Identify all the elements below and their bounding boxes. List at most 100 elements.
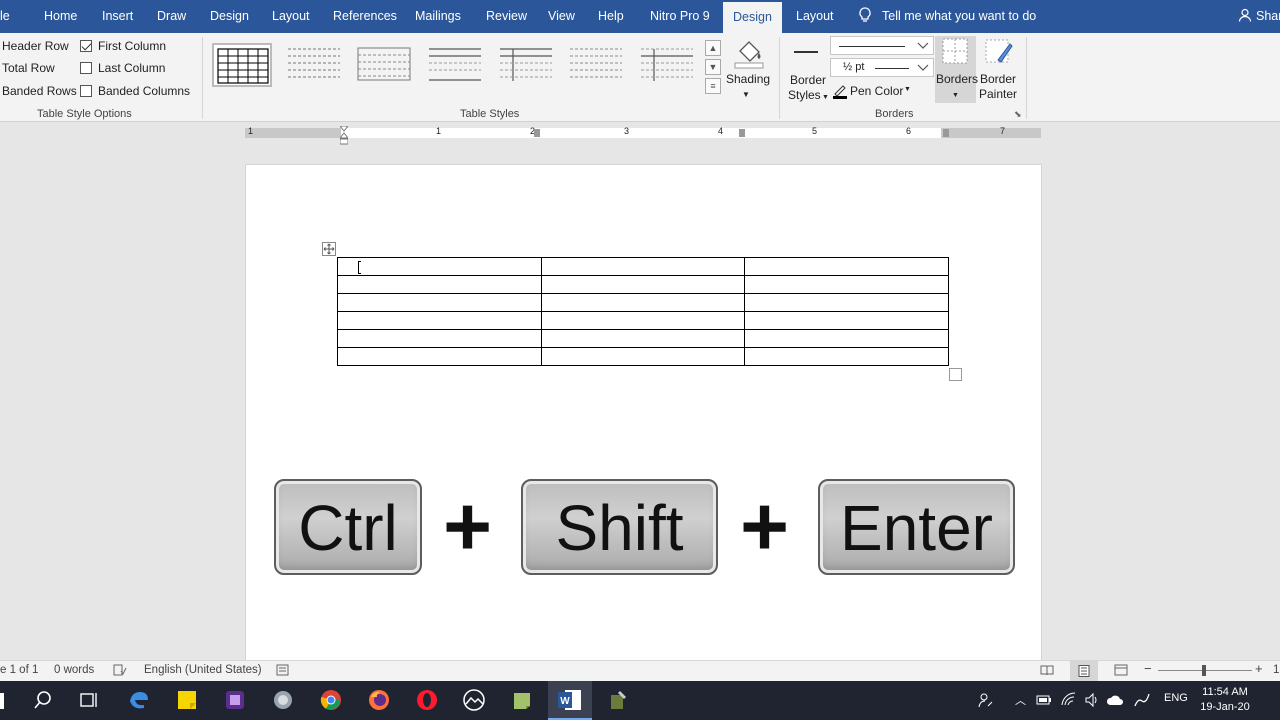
notes-app-icon[interactable] [511,689,533,711]
word-count[interactable]: 0 words [54,664,94,676]
table-cell[interactable] [337,257,542,276]
zoom-level[interactable]: 1 [1273,664,1279,676]
shading-button[interactable]: Shading ▼ [724,37,772,103]
table-cell[interactable] [540,293,746,312]
cloud-icon[interactable] [1106,693,1124,707]
macro-icon[interactable] [276,664,289,679]
table-cell[interactable] [540,347,746,366]
battery-icon[interactable] [1036,693,1052,707]
table-cell[interactable] [337,275,542,294]
tab-review[interactable]: Review [486,0,527,33]
photos-icon[interactable] [463,689,485,711]
total-row-checkbox[interactable]: Total Row [2,60,55,76]
first-column-checkbox[interactable]: First Column [80,38,166,54]
table-cell[interactable] [744,275,949,294]
table-cell[interactable] [540,329,746,348]
opera-icon[interactable] [416,689,438,711]
chevron-up-icon[interactable]: ︿ [1015,692,1026,708]
table-cell[interactable] [337,311,542,330]
banded-columns-checkbox[interactable]: Banded Columns [80,83,190,99]
table-style-thumb[interactable] [287,47,347,91]
line-style-dropdown[interactable] [830,36,934,55]
zoom-slider-thumb[interactable] [1202,665,1206,676]
tab-insert[interactable]: Insert [102,0,133,33]
table-cell[interactable] [337,347,542,366]
share-button[interactable]: Shar [1238,0,1280,33]
border-styles-button[interactable]: Border Styles ▼ [786,37,830,105]
tab-nitro[interactable]: Nitro Pro 9 [650,0,710,33]
tab-design[interactable]: Design [210,0,249,33]
wifi-icon[interactable] [1061,692,1077,708]
table-resize-handle-icon[interactable] [949,368,962,381]
tab-draw[interactable]: Draw [157,0,186,33]
table-style-thumb[interactable] [428,47,488,91]
tab-layout[interactable]: Layout [272,0,310,33]
zoom-slider[interactable] [1158,665,1252,676]
table-style-thumb[interactable] [569,47,629,91]
column-marker-icon[interactable] [943,129,949,137]
read-mode-icon[interactable] [1040,664,1054,679]
app-purple-icon[interactable] [224,689,246,711]
border-painter-button[interactable]: Border Painter [978,36,1020,103]
table-move-handle-icon[interactable] [322,242,336,256]
last-column-checkbox[interactable]: Last Column [80,60,165,76]
tab-table-design[interactable]: Design [723,2,782,33]
gallery-scroll-down[interactable]: ▼ [705,59,721,75]
sticky-notes-icon[interactable] [176,689,198,711]
table-cell[interactable] [744,257,949,276]
checkbox-icon[interactable] [80,62,92,74]
system-clock[interactable]: 11:54 AM 19-Jan-20 [1196,685,1254,715]
language-status[interactable]: English (United States) [144,664,262,676]
table-cell[interactable] [744,311,949,330]
tab-table-layout[interactable]: Layout [796,0,834,33]
zoom-in-button[interactable]: + [1255,661,1263,676]
borders-button[interactable]: Borders ▼ [935,36,978,103]
firefox-icon[interactable] [368,689,390,711]
table-cell[interactable] [744,347,949,366]
pen-color-button[interactable]: Pen Color ▼ [832,83,916,101]
person-ink-icon[interactable] [978,692,994,708]
word-taskbar-button[interactable]: W [548,681,592,720]
column-marker-icon[interactable] [534,129,540,137]
app-globe-icon[interactable] [272,689,294,711]
table-cell[interactable] [744,329,949,348]
tell-me-search[interactable]: Tell me what you want to do [858,0,1036,33]
table-cell[interactable] [337,329,542,348]
start-icon[interactable] [0,693,4,709]
column-marker-icon[interactable] [739,129,745,137]
tab-references[interactable]: References [333,0,397,33]
indent-marker-icon[interactable] [338,125,350,146]
document-page[interactable] [245,164,1042,664]
banded-rows-checkbox[interactable]: Banded Rows [2,83,77,99]
horizontal-ruler[interactable]: 1 1 2 3 4 5 6 7 [245,125,1041,145]
table-style-thumb[interactable] [357,47,417,91]
checkbox-icon[interactable] [80,85,92,97]
line-weight-dropdown[interactable]: ½ pt [830,58,934,77]
table-cell[interactable] [744,293,949,312]
app-tools-icon[interactable] [608,689,630,711]
table-style-thumb[interactable] [640,47,700,91]
gallery-scroll-up[interactable]: ▲ [705,40,721,56]
web-layout-icon[interactable] [1114,664,1128,679]
print-layout-icon[interactable] [1070,661,1098,681]
document-table[interactable] [337,257,949,366]
task-view-icon[interactable] [78,689,100,711]
header-row-checkbox[interactable]: Header Row [2,38,69,54]
table-cell[interactable] [540,275,746,294]
page-count[interactable]: e 1 of 1 [0,664,38,676]
table-style-thumb[interactable] [499,47,559,91]
tab-help[interactable]: Help [598,0,624,33]
table-cell[interactable] [337,293,542,312]
pen-workspace-icon[interactable] [1133,692,1151,708]
volume-icon[interactable] [1084,692,1100,708]
table-style-thumb-selected[interactable] [212,43,272,87]
input-language[interactable]: ENG [1164,692,1188,704]
checkbox-checked-icon[interactable] [80,40,92,52]
tab-view[interactable]: View [548,0,575,33]
tab-file[interactable]: le [0,0,10,33]
search-icon[interactable] [32,689,54,711]
proofing-icon[interactable] [113,664,127,679]
dialog-launcher-icon[interactable]: ⬊ [1014,109,1022,120]
edge-icon[interactable] [128,689,150,711]
tab-home[interactable]: Home [44,0,77,33]
